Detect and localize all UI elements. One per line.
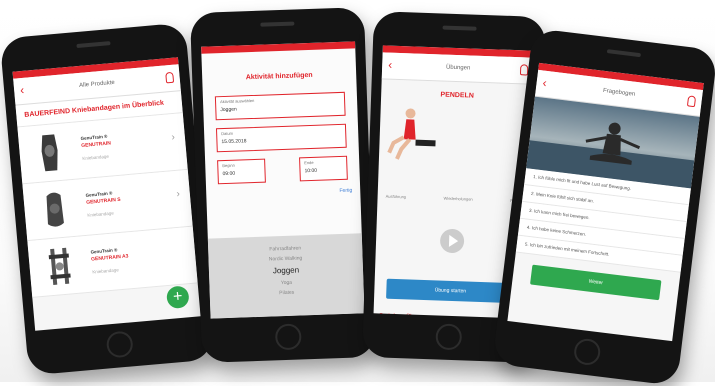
product-name: GENUTRAIN A3: [90, 253, 129, 263]
activity-field[interactable]: Aktivität auswählen Joggen: [214, 91, 346, 121]
brand-logo-icon: [686, 95, 697, 108]
end-time-field[interactable]: Ende 10:00: [299, 155, 348, 182]
product-brand: GenuTrain ®: [85, 190, 113, 198]
field-label: Aktivität auswählen: [219, 97, 255, 105]
screen-product-list: ‹ Alle Produkte BAUERFEIND Kniebandagen …: [12, 57, 201, 331]
speaker: [76, 41, 111, 49]
speaker: [606, 49, 642, 58]
product-type: Kniebandage: [92, 267, 119, 275]
phone-add-activity: Aktivität hinzufügen Aktivität auswählen…: [189, 7, 377, 363]
speaker: [442, 25, 477, 31]
screen-add-activity: Aktivität hinzufügen Aktivität auswählen…: [201, 41, 365, 319]
field-value: 09:00: [222, 170, 236, 178]
activity-picker[interactable]: Fahrradfahren Nordic Walking Joggen Yoga…: [207, 233, 365, 319]
product-name: GENUTRAIN S: [85, 196, 121, 206]
field-label: Beginn: [222, 162, 235, 169]
speaker: [260, 21, 295, 27]
product-brand: GenuTrain ®: [90, 247, 118, 255]
exercise-figure-icon: [387, 108, 436, 160]
nav-title: Fragebogen: [602, 87, 636, 98]
back-chevron-icon[interactable]: ‹: [541, 71, 548, 95]
product-name: GENUTRAIN: [81, 140, 112, 150]
product-type: Kniebandage: [87, 210, 114, 218]
chevron-right-icon: ›: [171, 131, 176, 144]
exercise-title: PENDELN: [440, 91, 475, 100]
phone-product-list: ‹ Alle Produkte BAUERFEIND Kniebandagen …: [0, 22, 215, 376]
column-label: Ausführung: [385, 193, 407, 200]
field-value: 10:00: [304, 167, 318, 175]
product-type: Kniebandage: [82, 153, 110, 161]
brand-logo-icon: [165, 71, 175, 84]
page-title: Aktivität hinzufügen: [245, 71, 313, 82]
knee-brace-icon: [46, 192, 64, 227]
nav-bar: ‹ Übungen: [381, 52, 535, 85]
exercise-info-row: Ausführung Wiederholungen Pause: [378, 165, 531, 204]
chevron-right-icon: ›: [176, 188, 181, 200]
product-brand: GenuTrain ®: [80, 133, 108, 142]
knee-orthosis-icon: [48, 247, 71, 286]
field-label: Ende: [304, 159, 314, 166]
start-time-field[interactable]: Beginn 09:00: [217, 158, 266, 185]
field-label: Datum: [221, 130, 234, 137]
home-button[interactable]: [572, 337, 602, 367]
back-chevron-icon[interactable]: ‹: [388, 53, 393, 77]
home-button[interactable]: [435, 323, 463, 351]
knee-brace-icon: [41, 134, 58, 172]
status-bar: [201, 41, 356, 54]
date-field[interactable]: Datum 15.05.2018: [215, 123, 347, 153]
nav-title: Alle Produkte: [78, 79, 116, 89]
back-chevron-icon[interactable]: ‹: [19, 78, 25, 102]
screen-questionnaire: ‹ Fragebogen 1. Ich fühle mich fit und h…: [507, 62, 704, 342]
play-icon[interactable]: [439, 228, 465, 254]
field-value: 15.05.2018: [221, 138, 247, 146]
nav-title: Übungen: [445, 64, 471, 72]
next-button[interactable]: Weiter: [530, 264, 662, 301]
time-row: Beginn 09:00 Ende 10:00: [217, 155, 348, 185]
add-product-button[interactable]: +: [165, 285, 190, 310]
field-value: Joggen: [220, 106, 237, 114]
home-button[interactable]: [274, 323, 302, 351]
home-button[interactable]: [105, 330, 134, 359]
column-label: Wiederholungen: [443, 195, 473, 202]
